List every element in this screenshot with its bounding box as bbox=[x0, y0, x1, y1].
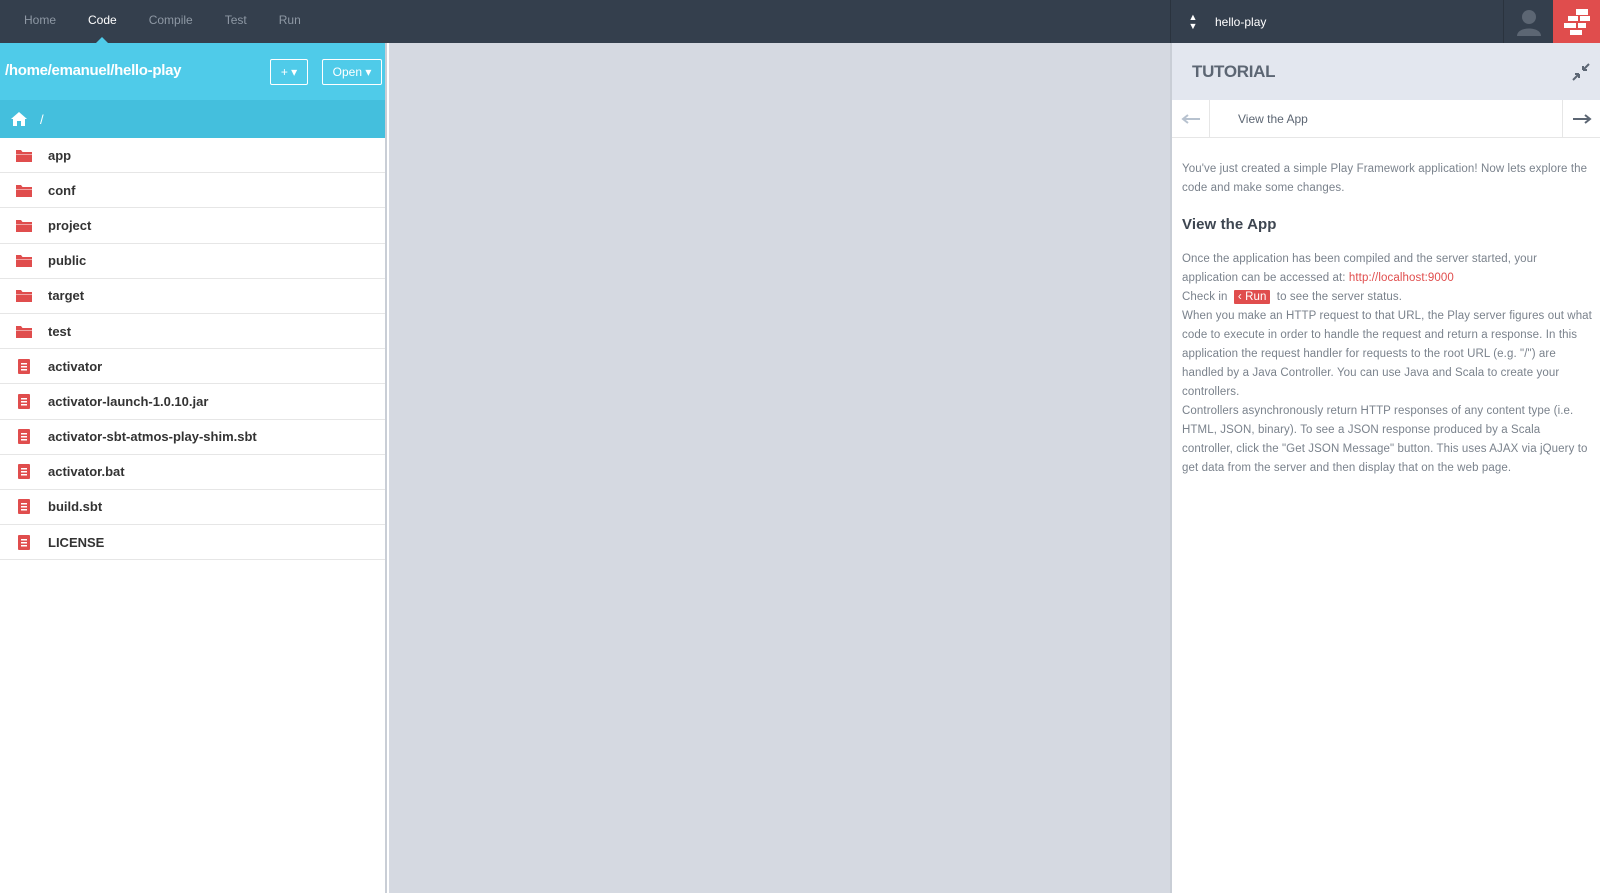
file-name: conf bbox=[48, 182, 76, 198]
folder-row[interactable]: target bbox=[0, 279, 385, 314]
file-name: activator.bat bbox=[48, 464, 125, 480]
folder-icon bbox=[0, 253, 48, 268]
tutorial-paragraph-controllers: Controllers asynchronously return HTTP r… bbox=[1182, 405, 1588, 474]
folder-row[interactable]: app bbox=[0, 138, 385, 174]
editor-area[interactable] bbox=[389, 43, 1170, 893]
app-logo[interactable] bbox=[1553, 0, 1600, 43]
tutorial-header: TUTORIAL bbox=[1172, 43, 1600, 100]
folder-icon bbox=[0, 218, 48, 233]
step-title: View the App bbox=[1238, 111, 1308, 126]
prev-step-button[interactable] bbox=[1172, 99, 1210, 138]
main-nav: Home Code Compile Test Run bbox=[0, 0, 317, 43]
folder-icon bbox=[0, 183, 48, 198]
tutorial-body: You've just created a simple Play Framew… bbox=[1172, 138, 1600, 478]
run-badge-label: Run bbox=[1245, 291, 1267, 303]
file-name: target bbox=[48, 288, 85, 304]
open-button[interactable]: Open ▾ bbox=[322, 59, 382, 85]
breadcrumb-root[interactable]: / bbox=[40, 112, 44, 127]
file-row[interactable]: build.sbt bbox=[0, 490, 385, 526]
browser-header: /home/emanuel/hello-play + ▾ Open ▾ bbox=[0, 43, 385, 100]
nav-compile[interactable]: Compile bbox=[133, 0, 209, 43]
folder-icon bbox=[0, 324, 48, 339]
file-name: app bbox=[48, 147, 72, 163]
run-text-before: Check in bbox=[1182, 291, 1231, 303]
typesafe-logo-icon bbox=[1563, 8, 1590, 35]
folder-row[interactable]: conf bbox=[0, 173, 385, 209]
arrow-right-icon bbox=[1572, 114, 1592, 124]
sort-updown-icon[interactable]: ▲ ▼ bbox=[1171, 0, 1215, 43]
folder-row[interactable]: project bbox=[0, 208, 385, 244]
file-name: activator-launch-1.0.10.jar bbox=[48, 393, 209, 409]
file-name: activator bbox=[48, 358, 103, 374]
file-row[interactable]: LICENSE bbox=[0, 525, 385, 561]
user-icon bbox=[1516, 9, 1541, 36]
nav-home[interactable]: Home bbox=[0, 0, 72, 43]
file-name: activator-sbt-atmos-play-shim.sbt bbox=[48, 429, 257, 445]
collapse-icon[interactable] bbox=[1570, 61, 1592, 83]
file-name: public bbox=[48, 253, 87, 269]
folder-row[interactable]: public bbox=[0, 244, 385, 279]
file-row[interactable]: activator.bat bbox=[0, 455, 385, 490]
tutorial-paragraph-run: Check in ‹ Run to see the server status. bbox=[1182, 288, 1592, 307]
run-badge[interactable]: ‹ Run bbox=[1233, 290, 1271, 304]
tutorial-intro: You've just created a simple Play Framew… bbox=[1182, 163, 1588, 194]
file-name: LICENSE bbox=[48, 534, 105, 550]
file-icon bbox=[0, 428, 48, 445]
tutorial-title: TUTORIAL bbox=[1192, 62, 1276, 81]
file-name: test bbox=[48, 323, 72, 339]
next-step-button[interactable] bbox=[1562, 100, 1600, 138]
localhost-link[interactable]: http://localhost:9000 bbox=[1349, 272, 1454, 284]
folder-icon bbox=[0, 288, 48, 303]
add-file-button[interactable]: + ▾ bbox=[270, 59, 308, 85]
arrow-left-icon bbox=[1180, 113, 1200, 124]
file-name: build.sbt bbox=[48, 499, 103, 515]
file-row[interactable]: activator-launch-1.0.10.jar bbox=[0, 384, 385, 420]
nav-run[interactable]: Run bbox=[263, 0, 317, 43]
chevron-left-icon: ‹ bbox=[1237, 291, 1246, 303]
file-name: project bbox=[48, 217, 92, 233]
folder-icon bbox=[0, 148, 48, 163]
folder-row[interactable]: test bbox=[0, 314, 385, 350]
file-list: app conf project public target test activator a… bbox=[0, 138, 385, 561]
current-path: /home/emanuel/hello-play bbox=[5, 62, 182, 79]
tutorial-heading: View the App bbox=[1182, 216, 1277, 233]
top-bar: Home Code Compile Test Run ▲ ▼ hello-play bbox=[0, 0, 1600, 43]
breadcrumb: / bbox=[0, 100, 385, 138]
home-icon[interactable] bbox=[10, 111, 28, 127]
nav-test[interactable]: Test bbox=[209, 0, 263, 43]
nav-code[interactable]: Code bbox=[72, 0, 133, 43]
file-icon bbox=[0, 393, 48, 410]
file-icon bbox=[0, 534, 48, 551]
file-row[interactable]: activator-sbt-atmos-play-shim.sbt bbox=[0, 420, 385, 455]
project-switcher[interactable]: ▲ ▼ hello-play bbox=[1170, 0, 1503, 43]
tutorial-paragraph-access: Once the application has been compiled a… bbox=[1182, 250, 1592, 288]
file-row[interactable]: activator bbox=[0, 349, 385, 385]
project-name: hello-play bbox=[1215, 14, 1267, 29]
tutorial-paragraph-request: When you make an HTTP request to that UR… bbox=[1182, 310, 1592, 398]
tutorial-step-nav: View the App bbox=[1172, 99, 1600, 138]
tutorial-panel: TUTORIAL View the App You've just create… bbox=[1170, 43, 1600, 893]
file-browser: /home/emanuel/hello-play + ▾ Open ▾ / ap… bbox=[0, 43, 387, 893]
file-icon bbox=[0, 358, 48, 375]
file-icon bbox=[0, 498, 48, 515]
file-icon bbox=[0, 463, 48, 480]
run-text-after: to see the server status. bbox=[1273, 291, 1403, 303]
user-button[interactable] bbox=[1503, 0, 1553, 43]
